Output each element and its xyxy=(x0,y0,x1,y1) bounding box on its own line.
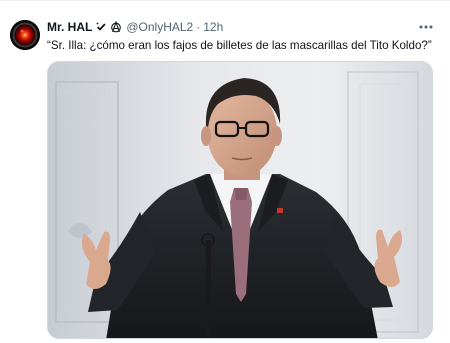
avatar[interactable] xyxy=(10,20,40,50)
timestamp[interactable]: 12h xyxy=(203,20,223,34)
verified-checkmark-icon xyxy=(95,21,107,33)
more-dots-icon xyxy=(419,25,433,29)
anarchy-symbol-icon xyxy=(110,21,122,33)
tweet-text: “Sr. Illa: ¿cómo eran los fajos de bille… xyxy=(47,39,432,52)
divider xyxy=(0,0,450,1)
separator: · xyxy=(196,20,201,34)
tweet-header: Mr. HAL @OnlyHAL2 · 12h xyxy=(47,18,223,36)
display-name[interactable]: Mr. HAL xyxy=(47,20,92,34)
more-options-button[interactable] xyxy=(416,17,436,37)
photo-image xyxy=(48,62,432,338)
handle[interactable]: @OnlyHAL2 xyxy=(126,20,193,34)
tweet-card[interactable]: Mr. HAL @OnlyHAL2 · 12h “Sr. Illa: ¿cómo… xyxy=(0,0,450,343)
hal-9000-eye-icon xyxy=(10,20,40,50)
tweet-media-photo[interactable] xyxy=(47,61,433,339)
